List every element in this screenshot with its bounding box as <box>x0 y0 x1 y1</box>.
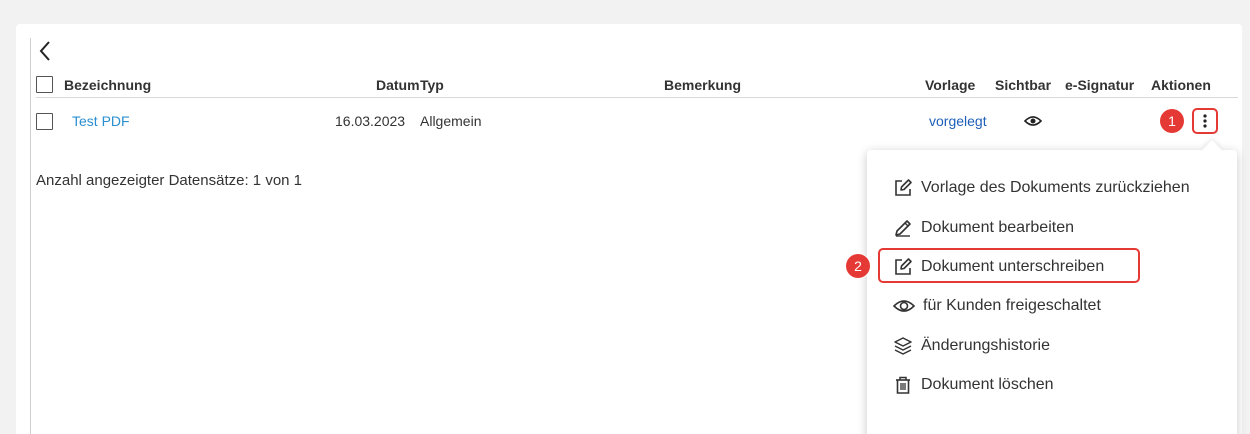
document-list-card: Bezeichnung Datum Typ Bemerkung Vorlage … <box>16 24 1242 434</box>
trash-icon <box>896 376 910 394</box>
menu-item-label: Vorlage des Dokuments zurückziehen <box>921 179 1190 196</box>
column-bemerkung[interactable]: Bemerkung <box>664 72 741 97</box>
column-datum[interactable]: Datum <box>376 72 420 97</box>
document-type: Allgemein <box>420 113 482 129</box>
menu-item-withdraw-template[interactable]: Vorlage des Dokuments zurückziehen <box>893 174 1190 202</box>
pencil-icon <box>895 220 911 237</box>
edit-icon <box>895 179 912 196</box>
column-aktionen: Aktionen <box>1151 76 1211 93</box>
menu-item-edit-document[interactable]: Dokument bearbeiten <box>893 214 1074 242</box>
document-name-link[interactable]: Test PDF <box>72 104 130 138</box>
menu-item-label: Dokument löschen <box>921 376 1054 393</box>
column-bezeichnung[interactable]: Bezeichnung <box>64 72 151 97</box>
actions-dropdown-menu: Vorlage des Dokuments zurückziehen Dokum… <box>867 140 1237 434</box>
vorlage-status-link[interactable]: vorgelegt <box>929 104 987 138</box>
column-sichtbar[interactable]: Sichtbar <box>995 72 1051 97</box>
row-checkbox[interactable] <box>36 112 53 130</box>
menu-item-change-history[interactable]: Änderungshistorie <box>893 332 1050 360</box>
actions-menu-button[interactable] <box>1192 108 1218 134</box>
menu-item-label: für Kunden freigeschaltet <box>923 297 1101 314</box>
menu-item-visible-for-customers[interactable]: für Kunden freigeschaltet <box>893 292 1101 320</box>
select-all-checkbox[interactable] <box>36 76 53 93</box>
more-vertical-icon <box>1203 114 1207 128</box>
step-badge-1: 1 <box>1160 109 1184 133</box>
sign-document-highlight <box>878 248 1140 283</box>
menu-item-delete-document[interactable]: Dokument löschen <box>893 371 1054 399</box>
table-header: Bezeichnung Datum Typ Bemerkung Vorlage … <box>36 72 1238 98</box>
menu-item-label: Änderungshistorie <box>921 337 1050 354</box>
eye-icon <box>893 300 915 312</box>
column-esignatur[interactable]: e-Signatur <box>1065 72 1134 97</box>
record-count: Anzahl angezeigter Datensätze: 1 von 1 <box>36 172 303 189</box>
column-typ[interactable]: Typ <box>420 72 444 97</box>
column-vorlage[interactable]: Vorlage <box>925 72 975 97</box>
menu-item-label: Dokument bearbeiten <box>921 219 1074 236</box>
layers-icon <box>894 337 912 355</box>
document-date: 16.03.2023 <box>335 113 406 129</box>
step-badge-2: 2 <box>846 254 870 278</box>
divider <box>30 38 31 434</box>
visible-status <box>1024 104 1042 138</box>
menu-pointer <box>1202 140 1222 160</box>
table-row: Test PDF 16.03.2023 Allgemein vorgelegt <box>36 104 1238 138</box>
chevron-left-icon <box>39 41 50 61</box>
back-button[interactable] <box>38 40 60 64</box>
eye-icon <box>1024 116 1042 126</box>
